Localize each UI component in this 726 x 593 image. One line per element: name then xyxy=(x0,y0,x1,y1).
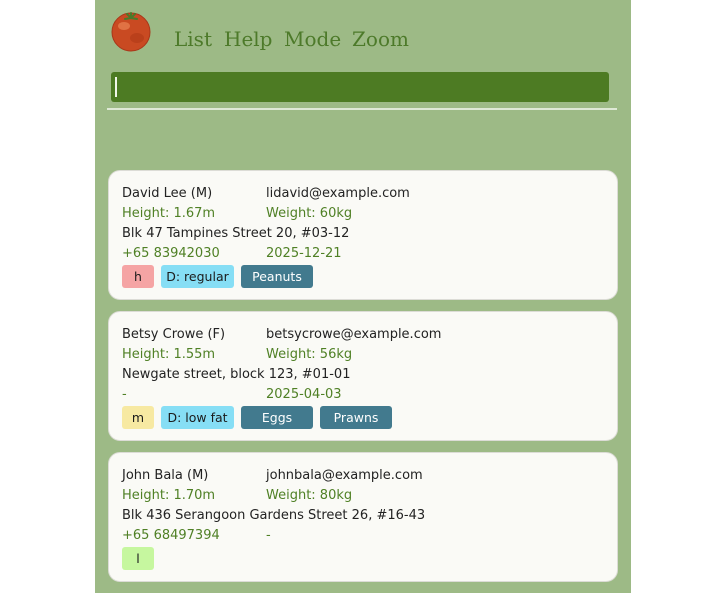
allergy-badge: Prawns xyxy=(320,406,392,429)
menu-list[interactable]: List xyxy=(174,27,212,51)
patient-height: Height: 1.55m xyxy=(122,347,216,362)
text-caret xyxy=(115,77,117,97)
patient-address: Blk 47 Tampines Street 20, #03-12 xyxy=(122,226,350,241)
patient-name: Betsy Crowe (F) xyxy=(122,327,226,342)
patient-card[interactable]: Betsy Crowe (F) betsycrowe@example.com H… xyxy=(108,311,618,441)
patient-email: betsycrowe@example.com xyxy=(266,327,442,342)
priority-badge: h xyxy=(122,265,154,288)
patient-height: Height: 1.70m xyxy=(122,488,216,503)
command-input[interactable] xyxy=(111,72,609,102)
patient-date: - xyxy=(266,528,271,543)
allergy-badge: Eggs xyxy=(241,406,313,429)
patient-card[interactable]: David Lee (M) lidavid@example.com Height… xyxy=(108,170,618,300)
patient-phone: +65 83942030 xyxy=(122,246,220,261)
menu-zoom[interactable]: Zoom xyxy=(352,27,409,51)
app-window: List Help Mode Zoom David Lee (M) lidavi… xyxy=(95,0,631,593)
patient-height: Height: 1.67m xyxy=(122,206,216,221)
diet-badge: D: low fat xyxy=(161,406,234,429)
patient-weight: Weight: 60kg xyxy=(266,206,353,221)
allergy-badge: Peanuts xyxy=(241,265,313,288)
tomato-logo-icon xyxy=(110,10,152,52)
patient-email: lidavid@example.com xyxy=(266,186,410,201)
patient-date: 2025-12-21 xyxy=(266,246,342,261)
priority-badge: l xyxy=(122,547,154,570)
priority-badge: m xyxy=(122,406,154,429)
patient-address: Newgate street, block 123, #01-01 xyxy=(122,367,351,382)
patient-phone: - xyxy=(122,387,127,402)
patient-name: John Bala (M) xyxy=(122,468,209,483)
divider xyxy=(107,108,617,110)
patient-weight: Weight: 56kg xyxy=(266,347,353,362)
patient-address: Blk 436 Serangoon Gardens Street 26, #16… xyxy=(122,508,426,523)
patient-card[interactable]: John Bala (M) johnbala@example.com Heigh… xyxy=(108,452,618,582)
patient-phone: +65 68497394 xyxy=(122,528,220,543)
patient-name: David Lee (M) xyxy=(122,186,213,201)
patient-email: johnbala@example.com xyxy=(266,468,423,483)
diet-badge: D: regular xyxy=(161,265,234,288)
patient-weight: Weight: 80kg xyxy=(266,488,353,503)
menu-mode[interactable]: Mode xyxy=(284,27,341,51)
patient-date: 2025-04-03 xyxy=(266,387,342,402)
menu-bar: List Help Mode Zoom xyxy=(95,0,631,66)
menu-help[interactable]: Help xyxy=(224,27,272,51)
